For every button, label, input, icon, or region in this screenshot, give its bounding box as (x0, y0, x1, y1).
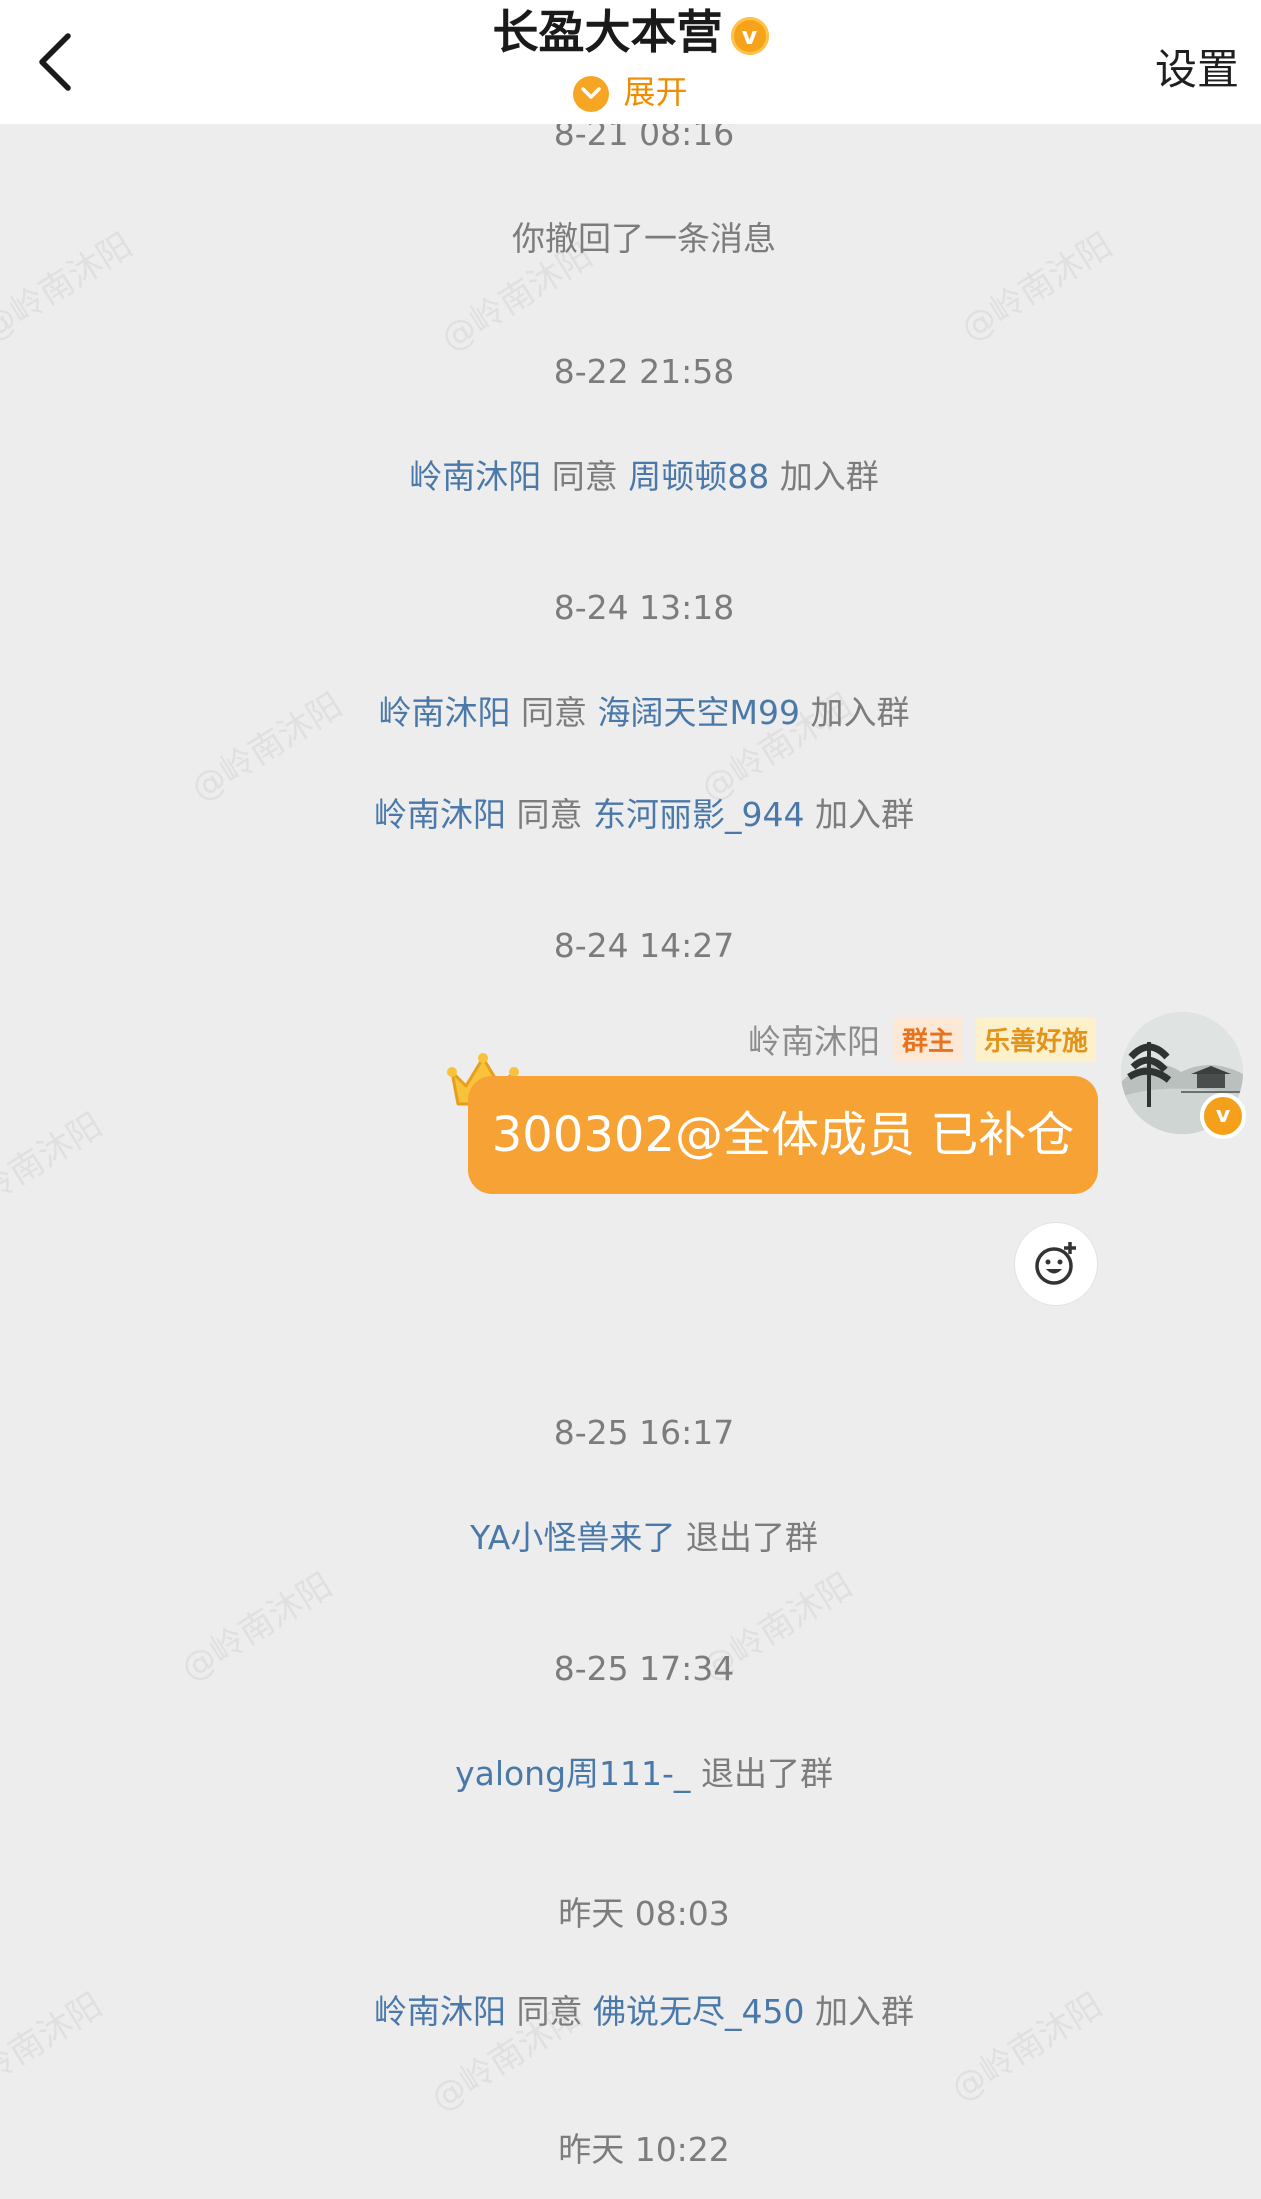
system-message-leave: yalong周111-_ 退出了群 (0, 1747, 1261, 1795)
group-name: 长盈大本营 (492, 5, 723, 59)
system-text: 同意 (551, 457, 618, 496)
owner-tag: 群主 (893, 1016, 962, 1062)
user-link[interactable]: yalong周111-_ (455, 1754, 690, 1793)
chat-feed[interactable]: 8-21 08:16 你撤回了一条消息 8-22 21:58 岭南沐阳 同意 周… (0, 0, 1261, 2199)
expand-button[interactable]: 展开 (0, 68, 1261, 116)
user-link[interactable]: 岭南沐阳 (374, 795, 506, 834)
user-link[interactable]: 周顿顿88 (628, 457, 769, 496)
emoji-add-icon (1035, 1242, 1076, 1285)
timestamp: 昨天 08:03 (558, 1894, 730, 1933)
system-message-leave: YA小怪兽来了 退出了群 (0, 1511, 1261, 1559)
title-tag: 乐善好施 (975, 1016, 1096, 1062)
timestamp: 8-25 16:17 (553, 1413, 735, 1452)
user-link[interactable]: 岭南沐阳 (409, 457, 541, 496)
timestamp: 昨天 10:22 (558, 2130, 730, 2169)
settings-button[interactable]: 设置 (1155, 36, 1239, 97)
verified-v-icon: v (730, 16, 769, 55)
user-link[interactable]: 岭南沐阳 (374, 1992, 506, 2031)
nav-header: 长盈大本营 v 展开 设置 (0, 0, 1261, 124)
system-text: 加入群 (815, 1992, 914, 2031)
user-link[interactable]: 佛说无尽_450 (593, 1992, 805, 2031)
system-text: 同意 (516, 795, 583, 834)
system-message-join: 岭南沐阳 同意 东河丽影_944 加入群 (0, 788, 1261, 836)
system-text: 加入群 (779, 457, 879, 496)
group-title[interactable]: 长盈大本营 v (0, 4, 1261, 60)
user-link[interactable]: 东河丽影_944 (593, 795, 805, 834)
system-text: 退出了群 (700, 1754, 833, 1793)
message-bubble[interactable]: 300302@全体成员 已补仓 (468, 1076, 1098, 1194)
message-sender-row: 岭南沐阳 群主 乐善好施 (748, 1015, 1096, 1063)
add-reaction-button[interactable] (1014, 1222, 1098, 1306)
system-text: 退出了群 (685, 1518, 818, 1557)
timestamp: 8-24 14:27 (553, 926, 735, 965)
timestamp: 8-24 13:18 (553, 588, 735, 627)
system-message-recall: 你撤回了一条消息 (512, 219, 776, 258)
chevron-down-icon (573, 76, 610, 112)
user-link[interactable]: YA小怪兽来了 (470, 1518, 675, 1557)
expand-label: 展开 (623, 73, 688, 111)
system-text: 加入群 (815, 795, 914, 834)
system-message-join: 岭南沐阳 同意 佛说无尽_450 加入群 (0, 1985, 1261, 2033)
system-text: 同意 (516, 1992, 583, 2031)
verified-badge-icon: v (1200, 1093, 1246, 1139)
system-message-join: 岭南沐阳 同意 海阔天空M99 加入群 (0, 686, 1261, 734)
system-message-join: 岭南沐阳 同意 周顿顿88 加入群 (0, 450, 1261, 498)
timestamp: 8-22 21:58 (553, 352, 735, 391)
system-text: 同意 (521, 693, 588, 732)
system-text: 加入群 (810, 693, 910, 732)
user-link[interactable]: 岭南沐阳 (379, 693, 511, 732)
user-link[interactable]: 海阔天空M99 (598, 693, 800, 732)
sender-name[interactable]: 岭南沐阳 (748, 1015, 880, 1063)
timestamp: 8-25 17:34 (553, 1649, 735, 1688)
